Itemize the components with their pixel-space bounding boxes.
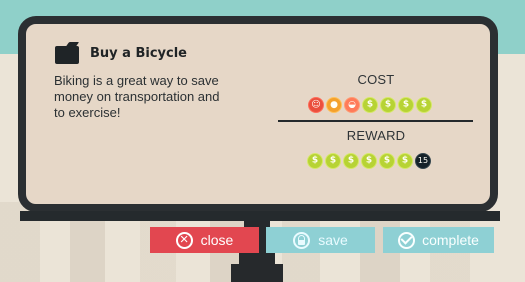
money-icon: $ (362, 97, 378, 113)
energy-icon: ● (326, 97, 342, 113)
money-icon: $ (307, 153, 323, 169)
check-icon (398, 231, 416, 249)
save-button[interactable]: save (266, 227, 375, 253)
money-icon: $ (325, 153, 341, 169)
close-button-label: close (200, 232, 234, 248)
money-icon: $ (416, 97, 432, 113)
card-header: Buy a Bicycle (55, 41, 187, 65)
money-icon: $ (379, 153, 395, 169)
card-title: Buy a Bicycle (90, 45, 187, 61)
complete-button-label: complete (422, 232, 479, 248)
happiness-icon: ☺ (308, 97, 324, 113)
cost-label: COST (357, 72, 395, 87)
card-description: Biking is a great way to save money on t… (54, 73, 220, 120)
sign-post-foot (231, 264, 283, 282)
cost-reward-divider (278, 120, 473, 122)
money-icon: $ (397, 153, 413, 169)
time-icon: 15 (415, 153, 431, 169)
save-button-label: save (318, 232, 348, 248)
money-icon: $ (398, 97, 414, 113)
money-icon: $ (380, 97, 396, 113)
close-icon (175, 231, 193, 249)
reward-label: REWARD (346, 128, 406, 143)
wallet-icon (55, 42, 80, 65)
money-icon: $ (361, 153, 377, 169)
reward-token-row: $ $ $ $ $ $ 15 (307, 152, 441, 170)
game-scene: Buy a Bicycle Biking is a great way to s… (0, 0, 525, 282)
lock-icon (293, 231, 311, 249)
cost-token-row: ☺ ● ◒ $ $ $ $ (308, 96, 442, 114)
close-button[interactable]: close (150, 227, 259, 253)
board-ledge (20, 211, 500, 221)
complete-button[interactable]: complete (383, 227, 494, 253)
money-icon: $ (343, 153, 359, 169)
food-icon: ◒ (344, 97, 360, 113)
activity-card: Buy a Bicycle Biking is a great way to s… (18, 16, 498, 212)
